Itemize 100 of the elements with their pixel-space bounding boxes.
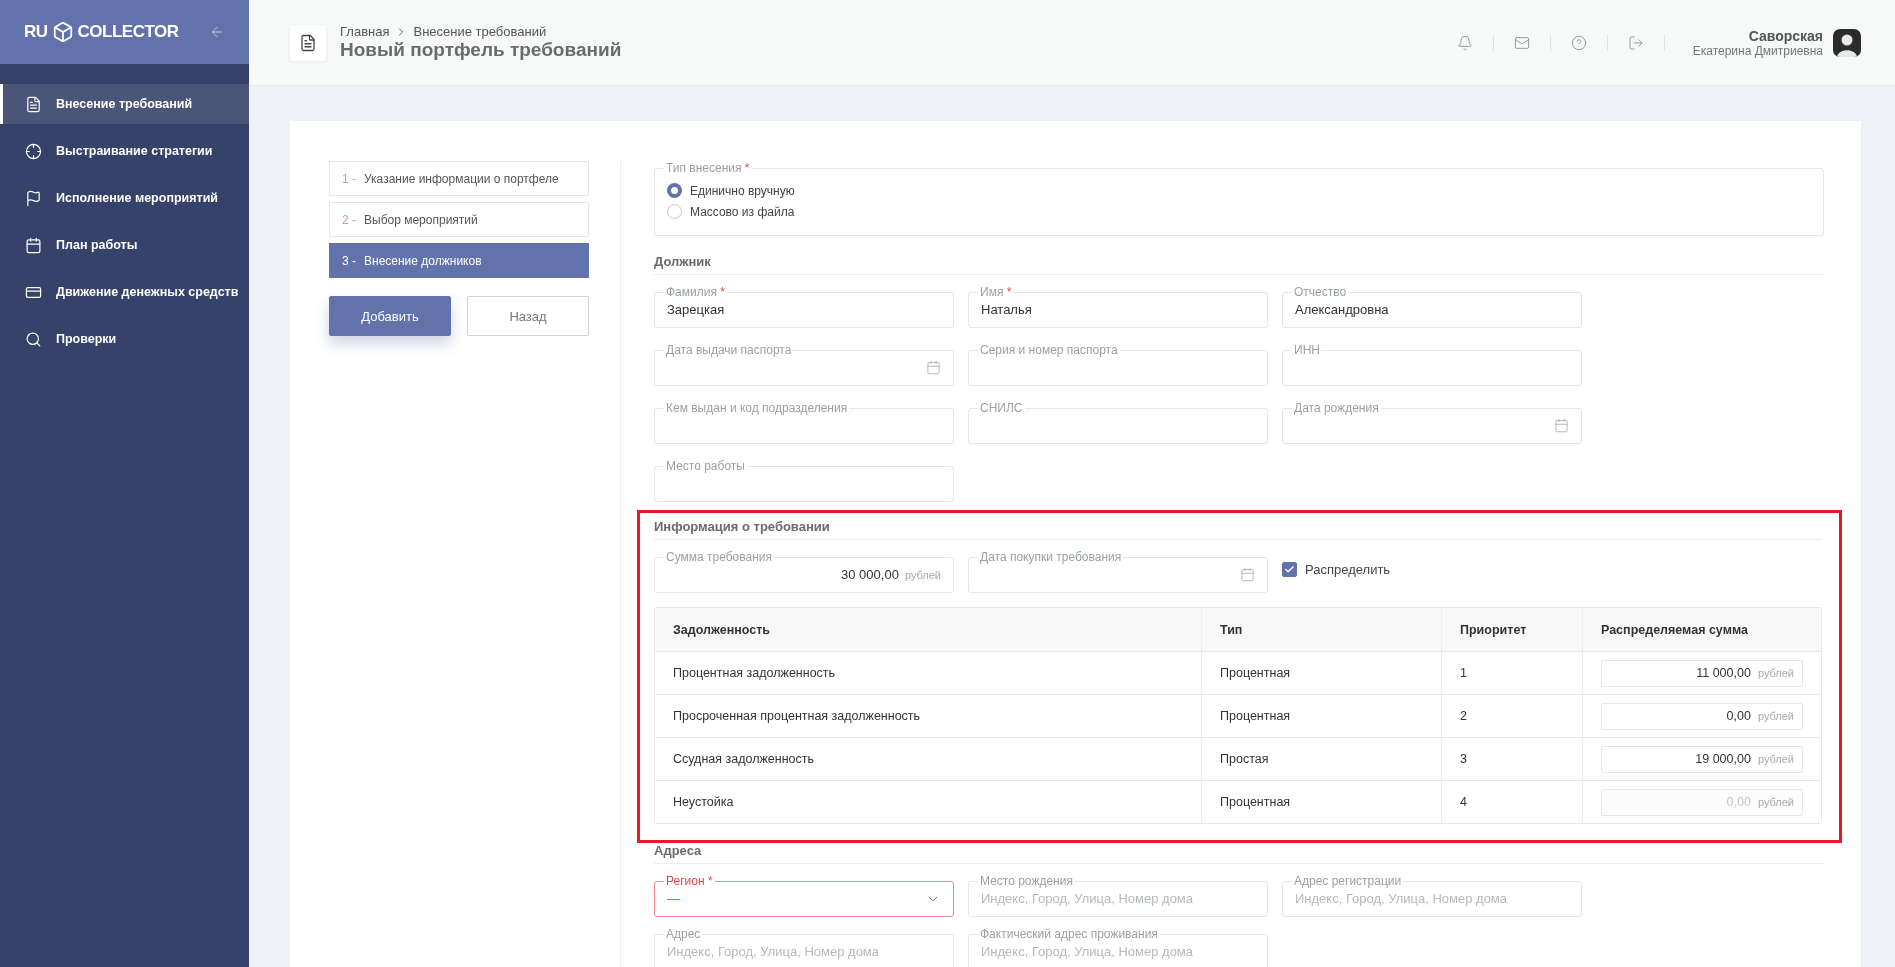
avatar[interactable] (1833, 28, 1861, 57)
logo-text: RU (24, 22, 48, 42)
field-label: Серия и номер паспорта (979, 343, 1119, 357)
field-value[interactable]: Индекс, Город, Улица, Номер дома (1295, 891, 1569, 906)
sidebar-item[interactable]: Исполнение мероприятий (0, 178, 249, 218)
step-number: 1 - (342, 171, 356, 186)
input-field[interactable]: Сумма требования 30 000,00 рублей (654, 550, 954, 593)
breadcrumb-link[interactable]: Главная (340, 24, 390, 39)
sidebar-item[interactable]: Проверки (0, 319, 249, 359)
step-label: Внесение должников (364, 253, 482, 268)
select-field[interactable]: Регион * — (654, 874, 954, 917)
input-field[interactable]: Фамилия * Зарецкая (654, 285, 954, 328)
field-label: Адрес регистрации (1293, 874, 1403, 888)
user-name: Саворская (1748, 27, 1823, 44)
amount-input[interactable]: 19 000,00 (1610, 751, 1753, 767)
field-label: Место работы (665, 459, 746, 473)
collapse-icon[interactable] (209, 24, 225, 40)
step-item[interactable]: 1 - Указание информации о портфеле (329, 161, 589, 196)
logo-text: COLLECTOR (77, 22, 179, 42)
step-item[interactable]: 2 - Выбор мероприятий (329, 202, 589, 237)
field-value[interactable]: 30 000,00 (667, 567, 899, 582)
calendar-icon (1554, 418, 1569, 433)
input-field[interactable]: Имя * Наталья (968, 285, 1268, 328)
table-cell-text: Просроченная процентная задолженность (672, 708, 922, 725)
step-label: Указание информации о портфеле (364, 171, 559, 186)
unit-label: рублей (1757, 710, 1794, 722)
flag-icon (25, 189, 42, 207)
checkbox[interactable] (1282, 562, 1297, 577)
step-item[interactable]: 3 - Внесение должников (329, 243, 589, 278)
add-button[interactable]: Добавить (329, 296, 451, 336)
field-label: Фактический адрес проживания (979, 927, 1159, 941)
section-title: Информация о требовании (654, 519, 1822, 540)
step-number: 2 - (342, 212, 356, 227)
logout-icon[interactable] (1627, 34, 1644, 51)
table-cell-text: Процентная задолженность (672, 665, 837, 682)
calendar-icon (1240, 567, 1255, 582)
field-label: Имя * (979, 285, 1013, 299)
field-label: Дата покупки требования (979, 550, 1123, 564)
field-value[interactable]: Наталья (981, 302, 1255, 317)
field-value[interactable]: Индекс, Город, Улица, Номер дома (981, 891, 1255, 906)
field-value[interactable]: Индекс, Город, Улица, Номер дома (981, 944, 1255, 959)
unit-label: рублей (1757, 753, 1794, 765)
amount-field[interactable]: 0,00 рублей (1601, 702, 1803, 730)
field-label: Кем выдан и код подразделения (665, 401, 849, 415)
field-label: Фамилия * (665, 285, 726, 299)
page-title: Новый портфель требований (340, 39, 622, 61)
input-field[interactable]: Отчество Александровна (1282, 285, 1582, 328)
section-title: Должник (654, 254, 1824, 275)
radio-label: Единично вручную (690, 183, 795, 198)
table-cell-text: Неустойка (672, 794, 735, 811)
field-label: Дата выдачи паспорта (665, 343, 793, 357)
check-icon (1284, 564, 1295, 575)
search-icon (25, 330, 42, 348)
step-number: 3 - (342, 253, 356, 268)
field-label: Отчество (1293, 285, 1348, 299)
field-label: СНИЛС (979, 401, 1024, 415)
calendar-icon (926, 360, 941, 375)
unit-label: рублей (1757, 667, 1794, 679)
amount-input[interactable]: 0,00 (1610, 708, 1753, 724)
radio-label: Массово из файла (690, 204, 795, 219)
crosshair-icon (25, 142, 42, 160)
field-value[interactable]: Индекс, Город, Улица, Номер дома (667, 944, 941, 959)
calendar-icon (25, 236, 42, 254)
bell-icon[interactable] (1456, 34, 1473, 51)
field-label: Тип внесения * (665, 161, 751, 175)
sidebar-item[interactable]: Движение денежных средств (0, 272, 249, 312)
checkbox-label: Распределить (1305, 562, 1391, 577)
cube-icon (51, 21, 74, 43)
document-icon (299, 33, 317, 52)
field-label: Сумма требования (665, 550, 774, 564)
field-value[interactable]: — (667, 891, 919, 906)
table-cell-text: Ссудная задолженность (672, 751, 815, 768)
amount-field[interactable]: 19 000,00 рублей (1601, 745, 1803, 773)
field-label: Регион * (665, 874, 714, 888)
field-value[interactable]: Александровна (1295, 302, 1569, 317)
field-label: Место рождения (979, 874, 1074, 888)
unit-label: рублей (904, 568, 941, 581)
field-label: ИНН (1293, 343, 1321, 357)
unit-label: рублей (1757, 796, 1794, 808)
radio-button[interactable] (667, 204, 682, 219)
column-header: Задолженность (672, 621, 771, 639)
document-icon (25, 95, 42, 113)
back-button[interactable]: Назад (467, 296, 589, 336)
table-cell: Процентная (1201, 781, 1441, 823)
mail-icon[interactable] (1513, 34, 1530, 51)
sidebar-item[interactable]: Внесение требований (0, 84, 249, 124)
sidebar-item[interactable]: План работы (0, 225, 249, 265)
section-title: Адреса (654, 843, 1824, 864)
field-value[interactable]: Зарецкая (667, 302, 941, 317)
radio-button[interactable] (667, 183, 682, 198)
sidebar-item[interactable]: Выстраивание стратегии (0, 131, 249, 171)
amount-input[interactable]: 11 000,00 (1610, 665, 1753, 681)
field-label: Дата рождения (1293, 401, 1380, 415)
user-subtitle: Екатерина Дмитриевна (1692, 43, 1823, 58)
step-label: Выбор мероприятий (364, 212, 478, 227)
field-label: Адрес (665, 927, 702, 941)
amount-field[interactable]: 11 000,00 рублей (1601, 659, 1803, 687)
help-icon[interactable] (1570, 34, 1587, 51)
table-cell: 4 (1441, 781, 1582, 823)
breadcrumb-link[interactable]: Внесение требований (413, 24, 547, 39)
